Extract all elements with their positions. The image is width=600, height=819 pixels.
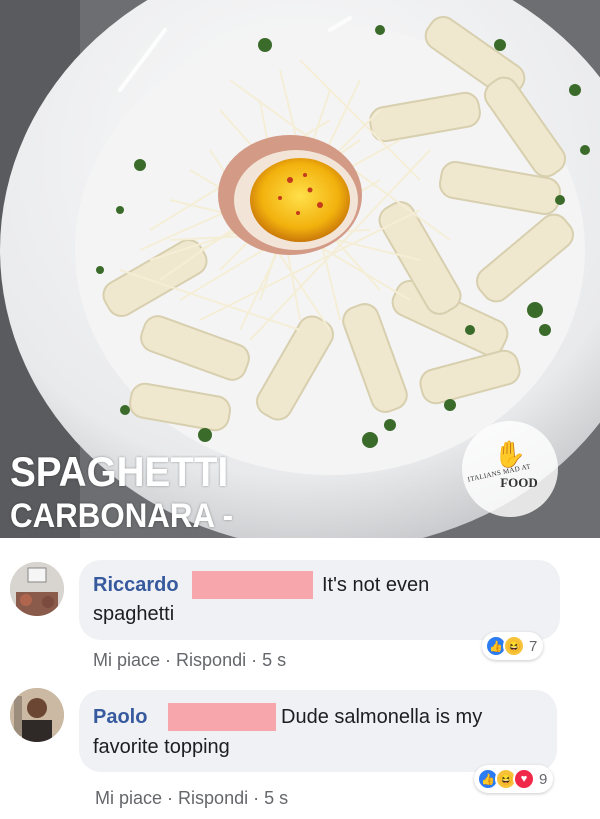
avatar-photo-icon [10,688,64,742]
comment-author[interactable]: Paolo [93,706,147,729]
comment-text-line1: Dude salmonella is my [281,706,483,728]
comment-text-line1: It's not even [322,574,430,596]
love-icon: ♥ [513,768,535,790]
photo-title-line1: SPAGHETTI [10,448,229,495]
comment-timestamp[interactable]: 5 s [264,788,288,808]
avatar[interactable] [10,688,64,742]
separator: · [251,650,263,670]
comment-bubble[interactable]: Riccardo It's not even spaghetti [79,560,560,640]
reaction-count: 7 [529,637,538,655]
redacted-surname [192,571,313,599]
comments-section: Riccardo It's not even spaghetti 👍 😆 7 M… [0,538,600,819]
page-logo-badge: ✋ ITALIANS MAD AT FOOD [462,421,558,517]
comment-text-line2: favorite topping [93,736,230,758]
avatar[interactable] [10,562,64,616]
comment-timestamp[interactable]: 5 s [262,650,286,670]
comment-actions: Mi piace · Rispondi · 5 s [95,788,288,809]
haha-icon: 😆 [503,635,525,657]
comment-author[interactable]: Riccardo [93,574,179,597]
comment-actions: Mi piace · Rispondi · 5 s [93,650,286,671]
reaction-summary[interactable]: 👍 😆 ♥ 9 [474,765,554,793]
avatar-photo-icon [10,562,64,616]
reply-link[interactable]: Rispondi [176,650,246,670]
comment-bubble[interactable]: Paolo Dude salmonella is my favorite top… [79,690,557,772]
reaction-count: 9 [539,770,548,788]
redacted-surname [168,703,276,731]
logo-big-text: FOOD [500,475,538,490]
separator: · [165,650,177,670]
separator: · [253,788,265,808]
post-photo[interactable]: SPAGHETTI CARBONARA - ✋ ITALIANS MAD AT … [0,0,600,538]
like-link[interactable]: Mi piace [93,650,160,670]
like-link[interactable]: Mi piace [95,788,162,808]
photo-title-line2: CARBONARA - [10,497,233,535]
comment-text-line2: spaghetti [93,603,175,625]
reply-link[interactable]: Rispondi [178,788,248,808]
reaction-summary[interactable]: 👍 😆 7 [482,632,544,660]
separator: · [167,788,179,808]
